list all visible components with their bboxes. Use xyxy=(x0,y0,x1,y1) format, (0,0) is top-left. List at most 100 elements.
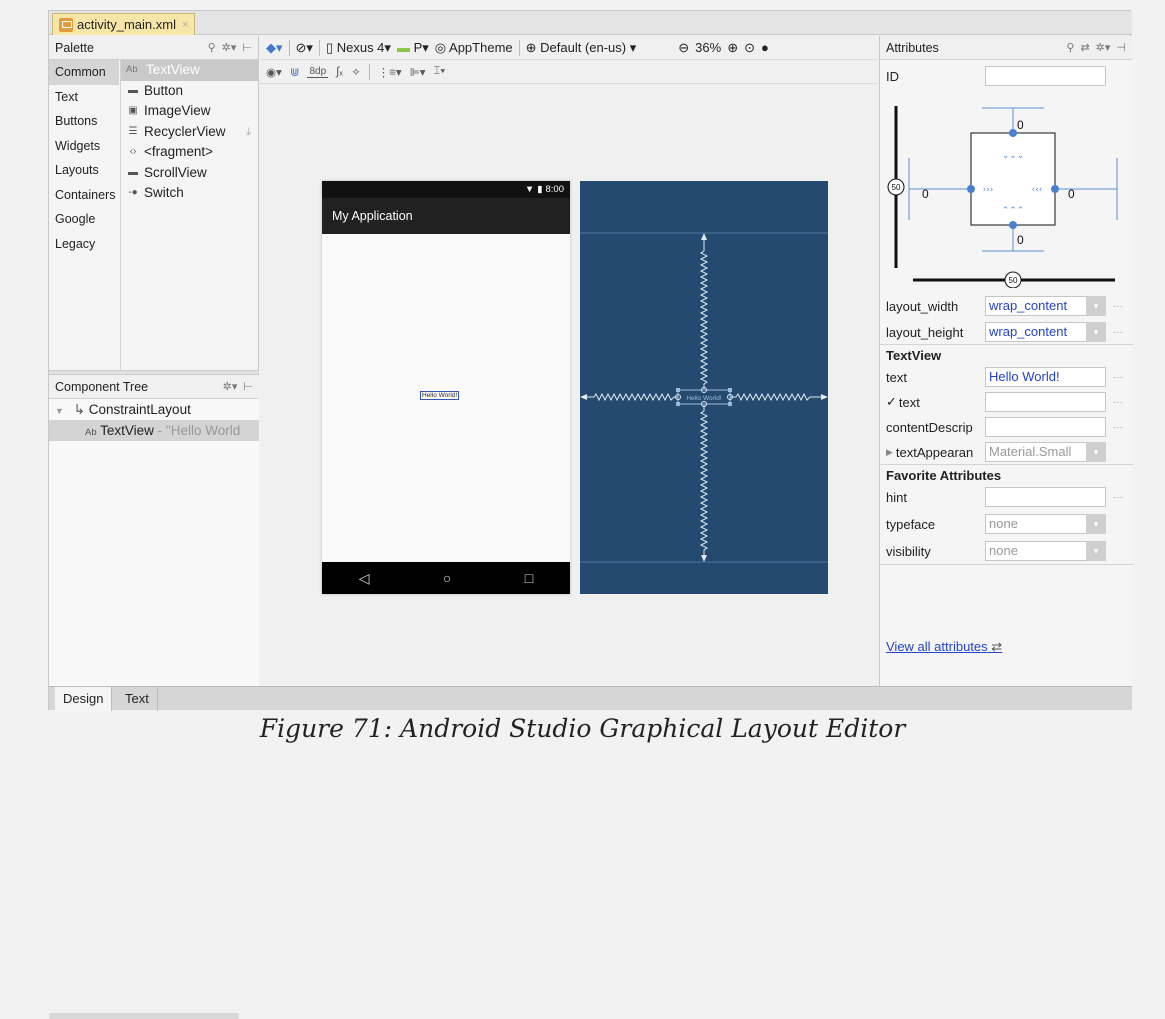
palette-item-recyclerview[interactable]: ☰ RecyclerView ⤓ xyxy=(121,122,259,143)
text-field[interactable]: Hello World! xyxy=(985,367,1106,387)
more-icon[interactable]: ··· xyxy=(1113,301,1123,312)
more-icon[interactable]: ··· xyxy=(1113,492,1123,503)
horizontal-scrollbar[interactable] xyxy=(49,1013,239,1019)
clear-constraints-icon[interactable]: ∫ₓ xyxy=(336,66,343,78)
infer-constraints-icon[interactable]: ✧ xyxy=(351,65,361,79)
category-google[interactable]: Google xyxy=(49,207,119,232)
theme-selector[interactable]: ◎ AppTheme xyxy=(435,40,513,56)
more-icon[interactable]: ··· xyxy=(1113,372,1123,383)
theme-label: AppTheme xyxy=(449,39,513,55)
tools-text-field[interactable] xyxy=(985,392,1106,412)
palette-item-scrollview[interactable]: ▬ ScrollView xyxy=(121,163,259,184)
view-options-icon[interactable]: ◉▾ xyxy=(266,65,282,79)
device-selector[interactable]: ▯ Nexus 4▾ xyxy=(326,40,391,56)
id-field[interactable] xyxy=(985,66,1106,86)
palette-items: Ab TextView ▬ Button ▣ ImageView ☰ Recyc… xyxy=(120,60,259,393)
vertical-constraint-spring xyxy=(699,237,709,389)
palette-item-button[interactable]: ▬ Button xyxy=(121,81,259,102)
category-buttons[interactable]: Buttons xyxy=(49,109,119,134)
search-icon[interactable]: ⚲ xyxy=(208,41,216,54)
gear-icon[interactable]: ✲▾ xyxy=(1096,41,1111,54)
palette-item-imageview[interactable]: ▣ ImageView xyxy=(121,101,259,122)
tab-text[interactable]: Text xyxy=(117,687,158,711)
text-appearance-dropdown[interactable]: Material.Small ▾ xyxy=(985,442,1106,462)
visibility-row: visibility none ▾ xyxy=(880,539,1133,563)
separator xyxy=(288,39,290,56)
tree-row-textview[interactable]: Ab TextView - "Hello World xyxy=(49,420,259,441)
palette-item-switch[interactable]: -● Switch xyxy=(121,183,259,204)
dropdown-arrow-icon[interactable]: ▾ xyxy=(1086,296,1106,316)
editor-mode-tabs: Design Text xyxy=(49,686,1132,711)
swap-icon[interactable]: ⇄ xyxy=(1080,41,1089,54)
view-all-attributes-link[interactable]: View all attributes ⇄ xyxy=(886,639,1002,655)
orientation-icon[interactable]: ⊘▾ xyxy=(296,40,313,56)
zoom-out-icon[interactable]: ⊖ xyxy=(678,40,689,56)
hide-panel-icon[interactable]: ⊣ xyxy=(1116,41,1126,54)
separator xyxy=(318,39,320,56)
hide-panel-icon[interactable]: ⊢ xyxy=(243,380,253,393)
layout-height-dropdown[interactable]: wrap_content ▾ xyxy=(985,322,1106,342)
default-margin[interactable]: 8dp xyxy=(307,66,329,78)
file-tab[interactable]: activity_main.xml × xyxy=(52,13,196,35)
content-description-field[interactable] xyxy=(985,417,1106,437)
svg-text:⌄⌄⌄: ⌄⌄⌄ xyxy=(1002,151,1025,161)
dropdown-arrow-icon[interactable]: ▾ xyxy=(1086,514,1106,534)
align-icon[interactable]: ⊫▾ xyxy=(410,65,426,79)
tab-design[interactable]: Design xyxy=(55,687,113,711)
expand-arrow-icon[interactable]: ▶ xyxy=(886,447,893,458)
layout-width-dropdown[interactable]: wrap_content ▾ xyxy=(985,296,1106,316)
category-layouts[interactable]: Layouts xyxy=(49,158,119,183)
hello-textview[interactable]: Hello World! xyxy=(420,391,460,400)
category-common[interactable]: Common xyxy=(49,60,119,85)
zoom-in-icon[interactable]: ⊕ xyxy=(727,40,738,56)
zoom-fit-icon[interactable]: ⊙ xyxy=(744,40,755,56)
palette-item-label: Switch xyxy=(144,185,184,200)
hide-panel-icon[interactable]: ⊢ xyxy=(242,41,252,54)
magnet-icon[interactable]: ⋓ xyxy=(290,65,300,79)
pack-icon[interactable]: ⋮≡▾ xyxy=(378,65,402,79)
hint-row: hint ··· xyxy=(880,485,1133,509)
dropdown-arrow-icon[interactable]: ▾ xyxy=(1086,322,1106,342)
more-icon[interactable]: ··· xyxy=(1113,327,1123,338)
typeface-dropdown[interactable]: none ▾ xyxy=(985,514,1106,534)
more-icon[interactable]: ··· xyxy=(1113,422,1123,433)
locale-selector[interactable]: ⊕ Default (en-us) ▾ xyxy=(526,40,637,56)
download-icon[interactable]: ⤓ xyxy=(246,122,251,143)
api-selector[interactable]: ▬ P▾ xyxy=(397,40,429,56)
vertical-bias: 50 xyxy=(892,183,901,192)
scroll-icon: ▬ xyxy=(128,166,138,178)
palette-item-textview[interactable]: Ab TextView xyxy=(121,60,259,81)
dropdown-arrow-icon[interactable]: ▾ xyxy=(1086,541,1106,561)
palette-categories: Common Text Buttons Widgets Layouts Cont… xyxy=(49,60,119,256)
close-icon[interactable]: × xyxy=(182,19,188,31)
category-widgets[interactable]: Widgets xyxy=(49,134,119,159)
blueprint-textview-label: Hello World! xyxy=(686,395,721,402)
collapse-arrow-icon[interactable]: ▼ xyxy=(55,406,64,416)
textview-icon: Ab xyxy=(85,427,97,438)
palette-item-label: ImageView xyxy=(144,103,211,118)
palette-item-fragment[interactable]: ‹› <fragment> xyxy=(121,142,259,163)
constraint-layout-icon: ↳ xyxy=(73,402,85,417)
dropdown-arrow-icon[interactable]: ▾ xyxy=(1086,442,1106,462)
gear-icon[interactable]: ✲▾ xyxy=(223,380,238,393)
svg-text:‹‹‹: ‹‹‹ xyxy=(1032,185,1043,195)
category-containers[interactable]: Containers xyxy=(49,183,119,208)
guidelines-icon[interactable]: ⌶▾ xyxy=(434,65,446,78)
design-canvas-area: ◆▾ ⊘▾ ▯ Nexus 4▾ ▬ P▾ ◎ AppTheme ⊕ Defau… xyxy=(260,36,878,686)
button-icon: ▬ xyxy=(128,84,138,96)
palette-item-label: RecyclerView xyxy=(144,123,226,139)
search-icon[interactable]: ⚲ xyxy=(1066,41,1074,54)
category-text[interactable]: Text xyxy=(49,85,119,110)
warning-icon[interactable]: ● xyxy=(761,40,769,55)
gear-icon[interactable]: ✲▾ xyxy=(222,41,237,54)
category-legacy[interactable]: Legacy xyxy=(49,232,119,257)
more-icon[interactable]: ··· xyxy=(1113,397,1123,408)
typeface-value: none xyxy=(989,516,1018,531)
visibility-dropdown[interactable]: none ▾ xyxy=(985,541,1106,561)
tree-row-constraintlayout[interactable]: ▼ ↳ ConstraintLayout xyxy=(49,399,259,420)
switch-icon: -● xyxy=(128,187,138,198)
hint-field[interactable] xyxy=(985,487,1106,507)
layers-icon[interactable]: ◆▾ xyxy=(266,40,283,56)
component-tree-header: Component Tree ✲▾ ⊢ xyxy=(49,375,259,399)
tree-root-label: ConstraintLayout xyxy=(88,402,191,417)
